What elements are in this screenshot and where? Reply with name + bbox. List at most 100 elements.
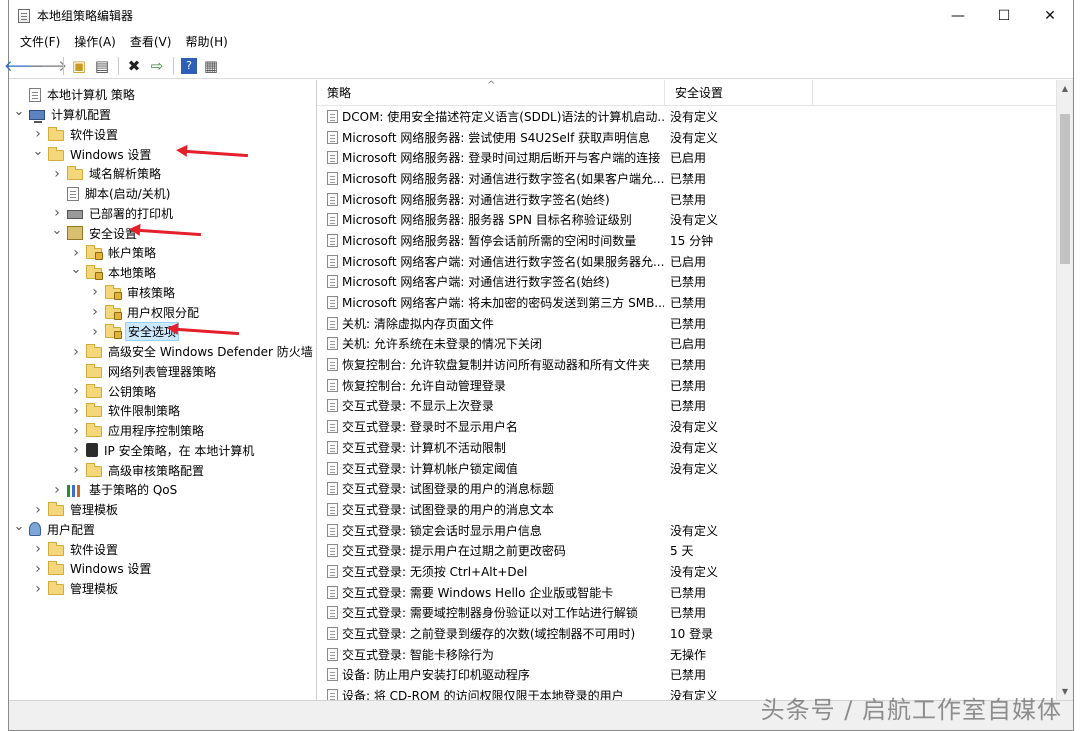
- policy-row[interactable]: 交互式登录: 不显示上次登录已禁用: [317, 396, 1073, 417]
- expand-chevron-icon[interactable]: ›: [70, 405, 82, 417]
- policy-row[interactable]: Microsoft 网络服务器: 对通信进行数字签名(如果客户端允...已禁用: [317, 168, 1073, 189]
- delete-icon[interactable]: ✖: [123, 55, 145, 77]
- policy-name: 交互式登录: 试图登录的用户的消息标题: [342, 480, 664, 497]
- policy-row[interactable]: Microsoft 网络服务器: 尝试使用 S4U2Self 获取声明信息没有定…: [317, 127, 1073, 148]
- policy-row[interactable]: 交互式登录: 无须按 Ctrl+Alt+Del没有定义: [317, 561, 1073, 582]
- collapse-chevron-icon[interactable]: ⌄: [51, 224, 63, 236]
- policy-value: 已禁用: [664, 294, 794, 311]
- menu-file[interactable]: 文件(F): [13, 31, 67, 53]
- tree-item[interactable]: ›应用程序控制策略: [9, 421, 316, 441]
- policy-row[interactable]: 交互式登录: 试图登录的用户的消息标题: [317, 478, 1073, 499]
- expand-chevron-icon[interactable]: ›: [32, 504, 44, 516]
- policy-row[interactable]: 关机: 清除虚拟内存页面文件已禁用: [317, 313, 1073, 334]
- up-folder-icon[interactable]: ▣: [68, 55, 90, 77]
- collapse-chevron-icon[interactable]: ⌄: [13, 106, 25, 118]
- menu-view[interactable]: 查看(V): [123, 31, 179, 53]
- expand-chevron-icon[interactable]: ›: [70, 425, 82, 437]
- scrollbar-thumb[interactable]: [1060, 114, 1070, 264]
- policy-name: Microsoft 网络客户端: 对通信进行数字签名(如果服务器允...: [342, 253, 664, 270]
- export-icon[interactable]: ⇨: [146, 55, 168, 77]
- expand-chevron-icon[interactable]: ›: [89, 286, 101, 298]
- tree-item[interactable]: 网络列表管理器策略: [9, 362, 316, 382]
- expand-chevron-icon[interactable]: ›: [51, 484, 63, 496]
- tree-item[interactable]: ›用户权限分配: [9, 302, 316, 322]
- policy-row[interactable]: Microsoft 网络客户端: 对通信进行数字签名(始终)已禁用: [317, 272, 1073, 293]
- scroll-up-icon[interactable]: ▲: [1057, 80, 1073, 97]
- expand-chevron-icon[interactable]: ›: [89, 326, 101, 338]
- tree-item[interactable]: 脚本(启动/关机): [9, 184, 316, 204]
- policy-row[interactable]: 交互式登录: 锁定会话时显示用户信息没有定义: [317, 520, 1073, 541]
- tree-item[interactable]: ›软件设置: [9, 125, 316, 145]
- expand-chevron-icon[interactable]: ›: [70, 385, 82, 397]
- tree-item[interactable]: ›IP 安全策略，在 本地计算机: [9, 441, 316, 461]
- tree-item[interactable]: ›高级审核策略配置: [9, 460, 316, 480]
- expand-chevron-icon[interactable]: ›: [70, 247, 82, 259]
- close-button[interactable]: ✕: [1027, 0, 1073, 31]
- expand-chevron-icon[interactable]: ›: [51, 207, 63, 219]
- menu-action[interactable]: 操作(A): [67, 31, 123, 53]
- tree-item[interactable]: ⌄用户配置: [9, 520, 316, 540]
- expand-chevron-icon[interactable]: ›: [32, 128, 44, 140]
- tree-item[interactable]: ›公钥策略: [9, 381, 316, 401]
- title-bar[interactable]: 本地组策略编辑器 — ☐ ✕: [9, 0, 1073, 31]
- policy-row[interactable]: Microsoft 网络服务器: 暂停会话前所需的空闲时间数量15 分钟: [317, 230, 1073, 251]
- tree-item[interactable]: ⌄Windows 设置: [9, 144, 316, 164]
- collapse-chevron-icon[interactable]: ⌄: [32, 145, 44, 157]
- help-icon[interactable]: ?: [181, 58, 197, 74]
- minimize-button[interactable]: —: [935, 0, 981, 31]
- tree-item[interactable]: ›帐户策略: [9, 243, 316, 263]
- vertical-scrollbar[interactable]: ▲ ▼: [1056, 80, 1073, 700]
- tree-item[interactable]: ›Windows 设置: [9, 559, 316, 579]
- policy-row[interactable]: 交互式登录: 智能卡移除行为无操作: [317, 644, 1073, 665]
- collapse-chevron-icon[interactable]: ⌄: [70, 264, 82, 276]
- column-header-setting[interactable]: 安全设置: [665, 80, 813, 106]
- policy-row[interactable]: Microsoft 网络客户端: 对通信进行数字签名(如果服务器允...已启用: [317, 251, 1073, 272]
- expand-chevron-icon[interactable]: ›: [70, 444, 82, 456]
- policy-row[interactable]: 恢复控制台: 允许自动管理登录已禁用: [317, 375, 1073, 396]
- tree-item[interactable]: ⌄安全设置: [9, 223, 316, 243]
- policy-value: 已禁用: [664, 584, 794, 601]
- expand-chevron-icon[interactable]: ›: [32, 563, 44, 575]
- policy-row[interactable]: Microsoft 网络客户端: 将未加密的密码发送到第三方 SMB...已禁用: [317, 292, 1073, 313]
- tree-item[interactable]: ›软件限制策略: [9, 401, 316, 421]
- policy-row[interactable]: 设备: 防止用户安装打印机驱动程序已禁用: [317, 665, 1073, 686]
- forward-icon[interactable]: 🡒: [36, 55, 58, 77]
- tree-item[interactable]: ›管理模板: [9, 579, 316, 599]
- tree-item[interactable]: ›已部署的打印机: [9, 204, 316, 224]
- tree-item[interactable]: ›基于策略的 QoS: [9, 480, 316, 500]
- properties-icon[interactable]: ▦: [200, 55, 222, 77]
- expand-chevron-icon[interactable]: ›: [70, 346, 82, 358]
- expand-chevron-icon[interactable]: ›: [89, 306, 101, 318]
- tree-item[interactable]: 本地计算机 策略: [9, 85, 316, 105]
- policy-row[interactable]: Microsoft 网络服务器: 对通信进行数字签名(始终)已禁用: [317, 189, 1073, 210]
- policy-row[interactable]: 交互式登录: 之前登录到缓存的次数(域控制器不可用时)10 登录: [317, 623, 1073, 644]
- policy-row[interactable]: 恢复控制台: 允许软盘复制并访问所有驱动器和所有文件夹已禁用: [317, 354, 1073, 375]
- policy-row[interactable]: Microsoft 网络服务器: 服务器 SPN 目标名称验证级别没有定义: [317, 209, 1073, 230]
- expand-chevron-icon[interactable]: ›: [32, 583, 44, 595]
- policy-row[interactable]: 关机: 允许系统在未登录的情况下关闭已启用: [317, 334, 1073, 355]
- policy-row[interactable]: DCOM: 使用安全描述符定义语言(SDDL)语法的计算机启动...没有定义: [317, 106, 1073, 127]
- maximize-button[interactable]: ☐: [981, 0, 1027, 31]
- tree-item[interactable]: ⌄本地策略: [9, 263, 316, 283]
- expand-chevron-icon[interactable]: ›: [32, 543, 44, 555]
- policy-row[interactable]: 交互式登录: 提示用户在过期之前更改密码5 天: [317, 540, 1073, 561]
- tree-item[interactable]: ›管理模板: [9, 500, 316, 520]
- policy-row[interactable]: 交互式登录: 试图登录的用户的消息文本: [317, 499, 1073, 520]
- tree-item[interactable]: ›高级安全 Windows Defender 防火墙: [9, 342, 316, 362]
- policy-row[interactable]: 交互式登录: 计算机帐户锁定阈值没有定义: [317, 458, 1073, 479]
- policy-row[interactable]: Microsoft 网络服务器: 登录时间过期后断开与客户端的连接已启用: [317, 147, 1073, 168]
- tree-item[interactable]: ⌄计算机配置: [9, 105, 316, 125]
- policy-row[interactable]: 交互式登录: 需要 Windows Hello 企业版或智能卡已禁用: [317, 582, 1073, 603]
- tree-item[interactable]: ›软件设置: [9, 539, 316, 559]
- menu-help[interactable]: 帮助(H): [178, 31, 234, 53]
- policy-row[interactable]: 交互式登录: 登录时不显示用户名没有定义: [317, 416, 1073, 437]
- policy-row[interactable]: 交互式登录: 计算机不活动限制没有定义: [317, 437, 1073, 458]
- expand-chevron-icon[interactable]: ›: [70, 464, 82, 476]
- tree-item[interactable]: ›审核策略: [9, 283, 316, 303]
- collapse-chevron-icon[interactable]: ⌄: [13, 520, 25, 532]
- policy-row[interactable]: 交互式登录: 需要域控制器身份验证以对工作站进行解锁已禁用: [317, 603, 1073, 624]
- show-hide-tree-icon[interactable]: ▤: [91, 55, 113, 77]
- tree-item[interactable]: ›域名解析策略: [9, 164, 316, 184]
- tree-item[interactable]: ›安全选项: [9, 322, 316, 342]
- expand-chevron-icon[interactable]: ›: [51, 168, 63, 180]
